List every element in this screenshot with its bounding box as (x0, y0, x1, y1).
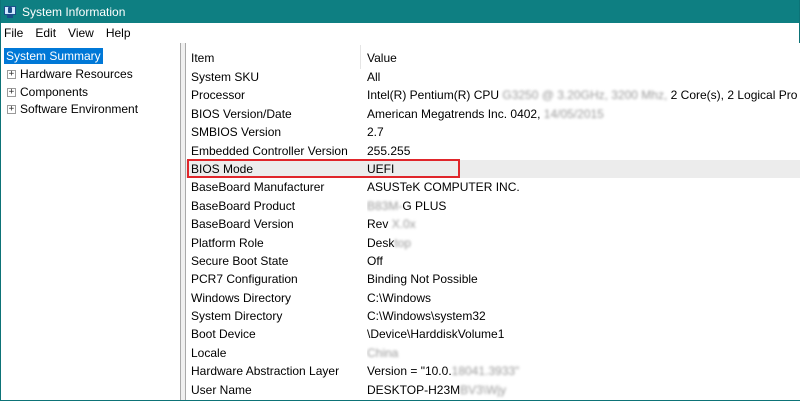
tree-item-software-environment[interactable]: + Software Environment (7, 100, 138, 118)
item-cell: Locale (191, 345, 227, 360)
redacted-text: top (394, 235, 412, 250)
value-cell: Off (367, 253, 383, 268)
menu-file[interactable]: File (1, 26, 29, 40)
item-cell: BaseBoard Product (191, 198, 296, 213)
table-row[interactable]: Windows Directory C:\Windows (186, 289, 800, 307)
table-row[interactable]: Boot Device \Device\HarddiskVolume1 (186, 325, 800, 343)
list-rows: System SKU All Processor Intel(R) Pentiu… (186, 68, 800, 399)
window-title: System Information (22, 4, 126, 19)
table-row[interactable]: System SKU All (186, 68, 800, 86)
value-cell: ASUSTeK COMPUTER INC. (367, 180, 520, 195)
value-cell: China (367, 344, 797, 362)
menu-view[interactable]: View (62, 26, 100, 40)
title-bar[interactable]: System Information (1, 0, 799, 23)
table-row[interactable]: System Directory C:\Windows\system32 (186, 307, 800, 325)
item-cell: BIOS Version/Date (191, 106, 292, 121)
item-cell: Boot Device (191, 327, 256, 342)
redacted-text: 14/05/2015 (543, 106, 604, 121)
table-row[interactable]: BaseBoard Manufacturer ASUSTeK COMPUTER … (186, 178, 800, 196)
value-cell: 255.255 (367, 143, 411, 158)
expand-plus-icon[interactable]: + (7, 69, 16, 79)
value-cell: \Device\HarddiskVolume1 (367, 327, 505, 342)
menu-help[interactable]: Help (100, 26, 137, 40)
item-cell: SMBIOS Version (191, 125, 282, 140)
item-cell: BaseBoard Version (191, 217, 294, 232)
item-cell: User Name (191, 382, 252, 397)
table-row[interactable]: Processor Intel(R) Pentium(R) CPU G3250 … (186, 86, 800, 104)
value-cell: American Megatrends Inc. 0402, 14/05/201… (367, 106, 604, 121)
item-cell: Hardware Abstraction Layer (191, 364, 340, 379)
value-cell: C:\Windows\system32 (367, 309, 486, 324)
value-cell: Intel(R) Pentium(R) CPU G3250 @ 3.20GHz,… (367, 88, 797, 103)
value-cell: All (367, 70, 381, 84)
item-cell: Platform Role (191, 235, 264, 250)
tree-item-components[interactable]: + Components (7, 83, 88, 101)
system-information-window: System Information File Edit View Help S… (0, 0, 800, 401)
table-row[interactable]: Locale China (186, 344, 800, 362)
value-cell: 2.7 (367, 125, 384, 140)
table-row[interactable]: Platform Role Desktop (186, 234, 800, 252)
expand-plus-icon[interactable]: + (7, 104, 16, 114)
redacted-text: X.0x (391, 217, 416, 232)
table-row[interactable]: User Name DESKTOP-H23MBV3\Wjy (186, 381, 800, 399)
value-cell: B83M-G PLUS (367, 198, 447, 213)
table-row-selected[interactable]: BIOS Mode UEFI (186, 159, 800, 179)
value-cell: Rev X.0x (367, 217, 416, 232)
menu-edit[interactable]: Edit (29, 26, 62, 40)
redacted-text: 18041.3933" (451, 364, 520, 379)
value-cell: Version = "10.0.18041.3933" (367, 364, 520, 379)
item-cell: Windows Directory (191, 290, 292, 305)
item-cell: Secure Boot State (191, 253, 289, 268)
table-row[interactable]: BIOS Version/Date American Megatrends In… (186, 105, 800, 123)
table-row[interactable]: BaseBoard Product B83M-G PLUS (186, 197, 800, 215)
item-cell: Processor (191, 88, 246, 103)
value-cell: C:\Windows (367, 290, 432, 305)
value-cell: UEFI (367, 161, 395, 176)
item-cell: Embedded Controller Version (191, 143, 348, 158)
table-row[interactable]: Embedded Controller Version 255.255 (186, 142, 800, 160)
item-cell: BIOS Mode (191, 161, 254, 176)
redacted-text: G3250 @ 3.20GHz, 3200 Mhz, (502, 88, 668, 103)
menu-bar: File Edit View Help (1, 23, 799, 43)
redacted-text: China (367, 345, 399, 360)
value-cell: Binding Not Possible (367, 272, 478, 287)
item-cell: System Directory (191, 309, 283, 324)
column-header-item[interactable]: Item (191, 51, 214, 65)
tree-item-system-summary[interactable]: System Summary (4, 48, 103, 64)
system-information-app-icon (4, 5, 16, 18)
table-row[interactable]: BaseBoard Version Rev X.0x (186, 215, 800, 233)
tree-item-label: Software Environment (20, 102, 139, 116)
expand-plus-icon[interactable]: + (7, 87, 16, 97)
table-row[interactable]: SMBIOS Version 2.7 (186, 123, 800, 141)
column-divider[interactable] (360, 45, 361, 69)
value-cell: DESKTOP-H23MBV3\Wjy (367, 382, 507, 397)
item-cell: PCR7 Configuration (191, 272, 298, 287)
column-header-value[interactable]: Value (367, 51, 397, 65)
category-tree: System Summary + Hardware Resources + Co… (1, 43, 181, 400)
item-cell: System SKU (191, 70, 260, 84)
details-list: Item Value System SKU All Processor Inte… (185, 43, 800, 400)
tree-item-label: Components (20, 85, 89, 99)
table-row[interactable]: Secure Boot State Off (186, 252, 800, 270)
table-row[interactable]: Hardware Abstraction Layer Version = "10… (186, 362, 800, 380)
table-row[interactable]: PCR7 Configuration Binding Not Possible (186, 270, 800, 288)
redacted-text: BV3\Wjy (460, 382, 507, 397)
tree-item-label: Hardware Resources (20, 67, 133, 81)
value-cell: Desktop (367, 235, 412, 250)
item-cell: BaseBoard Manufacturer (191, 180, 325, 195)
redacted-text: B83M- (367, 198, 403, 213)
tree-item-hardware-resources[interactable]: + Hardware Resources (7, 65, 133, 83)
